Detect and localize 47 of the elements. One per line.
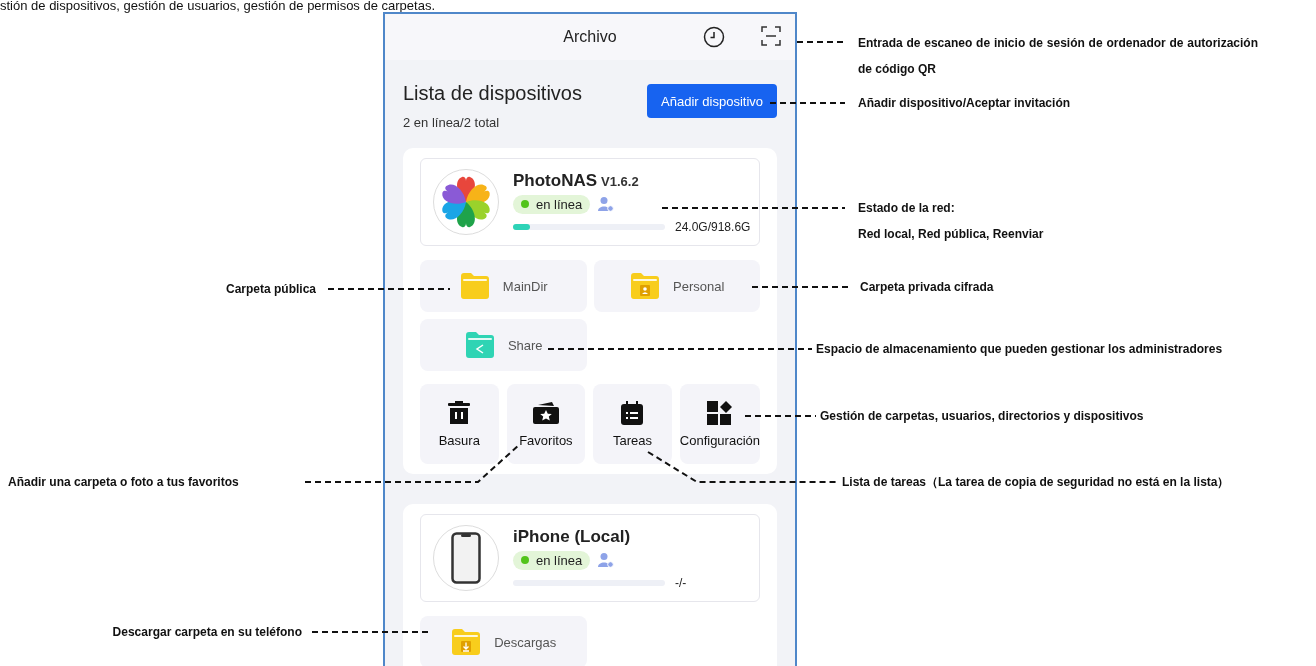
clock-icon[interactable] [703,26,725,48]
smartphone-icon [451,532,481,584]
folder-icon [458,272,491,300]
storage-usage: 24.0G/918.6G [675,219,751,234]
device-info-panel[interactable]: PhotoNAS V1.6.2 en línea 24.0G/918.6G [420,158,760,246]
device-name: PhotoNAS [513,170,598,190]
annotation-text: Entrada de escaneo de inicio de sesión de ordenador de autorización de código QR [858,35,1258,78]
page-title: Archivo [563,28,617,46]
device-name: iPhone (Local) [513,526,631,546]
annotation-text: Gestión de carpetas, usuarios, directorios y dispositivos [820,408,1144,424]
user-gear-icon [598,552,615,568]
leader-line [796,41,846,43]
tool-tile[interactable]: Configuración [679,384,760,464]
scan-icon[interactable] [761,26,781,46]
annotation-text: Añadir dispositivo/Aceptar invitación [858,95,1071,111]
annotation-text: Lista de tareas（La tarea de copia de seguridad no está en la lista） [842,474,1230,490]
grid-tiles-icon [706,400,733,425]
device-info-panel[interactable]: iPhone (Local) en línea -/- [420,514,760,602]
folder-tile[interactable]: MainDir [420,260,587,312]
share-folder-icon [463,331,496,359]
annotation-text: Carpeta pública [224,281,316,297]
online-summary: 2 en línea/2 total [403,115,501,130]
annotation-text: Descargar carpeta en su teléfono [111,624,302,640]
add-device-button[interactable]: Añadir dispositivo [647,84,777,118]
tool-tile[interactable]: Tareas [593,384,672,464]
folder-tile[interactable]: Descargas [420,616,587,666]
annotation-text: Estado de la red: [858,200,956,216]
calendar-list-icon [621,400,644,425]
tool-tile[interactable]: Favoritos [506,384,586,464]
storage-usage: -/- [675,575,687,590]
annotation-text: Red local, Red pública, Reenviar [858,226,1044,242]
star-box-icon [532,400,559,425]
annotation-text: Añadir una carpeta o foto a tus favoritos [8,474,239,490]
device-version: V1.6.2 [601,173,639,189]
user-gear-icon [598,196,615,212]
folder-tile[interactable]: Personal [593,260,760,312]
caption-text: stión de dispositivos, gestión de usuarios, gestión de permisos de carpetas. [0,0,436,13]
annotation-text: Espacio de almacenamiento que pueden gestionar los administradores [816,341,1223,357]
tool-tile[interactable]: Basura [420,384,499,464]
trash-icon [448,400,471,425]
folder-tile[interactable]: Share [420,319,587,371]
download-folder-icon [450,628,483,656]
section-title: Lista de dispositivos [403,82,582,105]
status-badge: en línea [513,550,591,570]
annotation-text: Carpeta privada cifrada [860,279,994,295]
status-badge: en línea [513,194,591,214]
person-folder-icon [629,272,662,300]
